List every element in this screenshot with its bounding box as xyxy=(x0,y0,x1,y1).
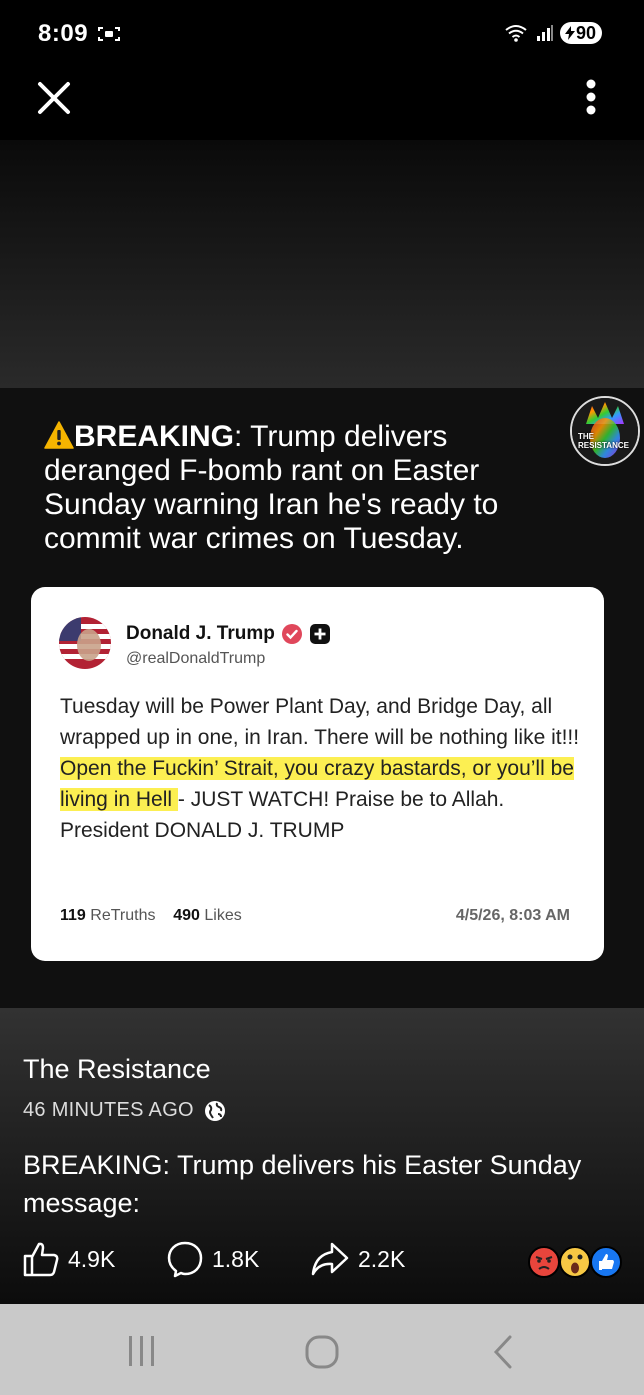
system-nav-bar xyxy=(0,1304,644,1395)
like-button[interactable]: 4.9K xyxy=(22,1240,115,1278)
home-icon[interactable] xyxy=(304,1334,340,1370)
share-icon xyxy=(311,1242,349,1276)
badge-line-1: THE xyxy=(578,432,594,441)
back-icon[interactable] xyxy=(490,1334,516,1370)
resistance-logo: THE RESISTANCE xyxy=(570,396,640,466)
verified-badge-icon xyxy=(281,624,302,644)
tweet-handle: @realDonaldTrump xyxy=(126,650,266,667)
warning-icon xyxy=(44,421,74,449)
close-icon[interactable] xyxy=(34,78,74,118)
angry-reaction-icon xyxy=(528,1246,560,1278)
more-options-icon[interactable] xyxy=(578,78,604,118)
tweet-author-name: Donald J. Trump xyxy=(126,623,275,644)
screen-record-icon xyxy=(98,27,120,41)
likes-label: Likes xyxy=(204,907,242,924)
like-reaction-icon xyxy=(590,1246,622,1278)
comment-icon xyxy=(167,1241,203,1278)
charging-icon xyxy=(564,26,575,40)
image-headline: BREAKING: Trump delivers deranged F-bomb… xyxy=(44,420,564,556)
tweet-body: Tuesday will be Power Plant Day, and Bri… xyxy=(60,691,580,846)
battery-indicator: 90 xyxy=(559,22,602,44)
headline-bold: BREAKING xyxy=(74,420,235,453)
post-timestamp: 46 MINUTES AGO xyxy=(23,1099,226,1122)
tweet-card: Donald J. Trump @realDonaldTrump Tuesday… xyxy=(31,587,604,961)
tweet-avatar xyxy=(59,617,111,669)
page-name[interactable]: The Resistance xyxy=(23,1054,211,1085)
signal-icon xyxy=(536,25,553,41)
wifi-icon xyxy=(505,25,527,42)
badge-line-2: RESISTANCE xyxy=(578,441,629,450)
thumbs-up-icon xyxy=(23,1242,59,1277)
add-badge-icon xyxy=(309,624,330,644)
globe-icon xyxy=(204,1100,225,1121)
retruths-label: ReTruths xyxy=(90,907,156,924)
status-time: 8:09 xyxy=(38,20,89,47)
retruths-count: 119 xyxy=(60,907,86,924)
statue-liberty-image xyxy=(572,398,638,464)
likes-count: 490 xyxy=(173,907,200,924)
wow-reaction-icon xyxy=(559,1246,591,1278)
recent-apps-icon[interactable] xyxy=(126,1334,158,1368)
tweet-date: 4/5/26, 8:03 AM xyxy=(455,907,570,924)
battery-level: 90 xyxy=(575,23,596,43)
share-button[interactable]: 2.2K xyxy=(310,1240,405,1278)
comment-button[interactable]: 1.8K xyxy=(166,1240,259,1278)
status-icons: 90 xyxy=(504,22,602,44)
share-count: 2.2K xyxy=(358,1245,406,1272)
flag-portrait-image xyxy=(59,617,111,669)
tweet-stats: 119 ReTruths 490 Likes xyxy=(60,907,242,925)
post-caption: BREAKING: Trump delivers his Easter Sund… xyxy=(23,1150,582,1218)
tweet-author: Donald J. Trump xyxy=(126,623,331,645)
tweet-body-before: Tuesday will be Power Plant Day, and Bri… xyxy=(60,695,580,749)
reactions-summary[interactable] xyxy=(528,1245,624,1279)
time-ago: 46 MINUTES AGO xyxy=(23,1099,194,1121)
comment-count: 1.8K xyxy=(212,1245,260,1272)
media-top-area xyxy=(0,140,644,388)
like-count: 4.9K xyxy=(68,1245,116,1272)
